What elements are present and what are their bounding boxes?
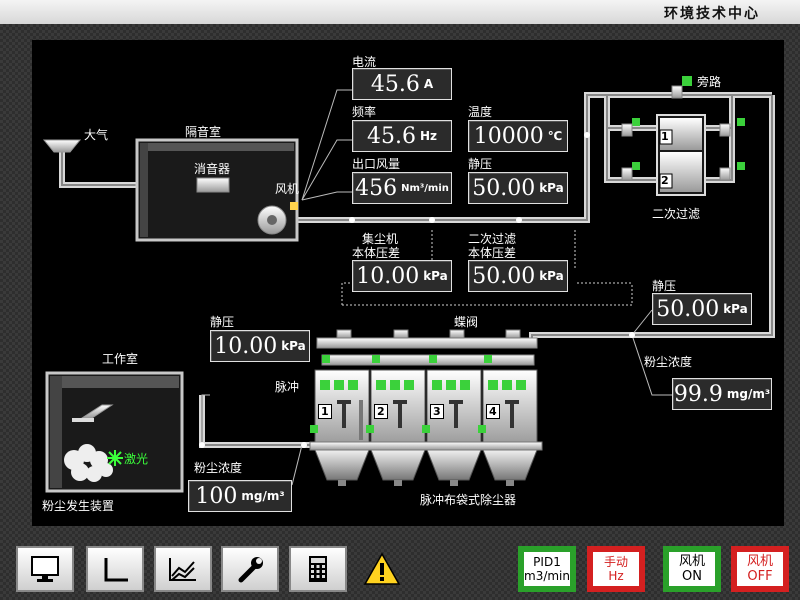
frequency-label: 频率 <box>352 105 377 119</box>
dust-conc-right-readout: 99.9 mg/m³ <box>672 378 772 410</box>
current-readout: 45.6 A <box>352 68 452 100</box>
secondary-dp-value: 50.00 <box>472 263 536 289</box>
chamber-number-1: 1 <box>318 404 332 419</box>
static-pressure-top-readout: 50.00 kPa <box>468 172 568 204</box>
muffler-label: 消音器 <box>194 162 231 176</box>
fan-on-button[interactable]: 风机 ON <box>663 546 721 592</box>
static-pressure-right-value: 50.00 <box>656 296 720 322</box>
frequency-value: 45.6 <box>366 123 416 149</box>
axis-icon <box>104 558 128 582</box>
calculator-icon <box>309 556 327 582</box>
trend-button[interactable] <box>154 546 212 592</box>
dust-conc-right-value: 99.9 <box>673 381 723 407</box>
secondary-dp-readout: 50.00 kPa <box>468 260 568 292</box>
collector-dp-value: 10.00 <box>356 263 420 289</box>
chamber-number-4: 4 <box>486 404 500 419</box>
bag-filter-collector <box>309 329 543 486</box>
dust-conc-left-readout: 100 mg/m³ <box>188 480 292 512</box>
pid-button-line2: m3/min <box>524 569 570 583</box>
fan-on-line1: 风机 <box>678 554 705 569</box>
title-bar: 环境技术中心 <box>0 0 800 24</box>
static-pressure-right-readout: 50.00 kPa <box>652 293 752 325</box>
fan-off-button[interactable]: 风机 OFF <box>731 546 789 592</box>
fan-on-line2: ON <box>682 569 702 584</box>
static-pressure-left-label: 静压 <box>210 315 235 329</box>
current-unit: A <box>423 77 434 91</box>
secondary-dp-label2: 本体压差 <box>468 246 517 260</box>
alarm-warning[interactable] <box>362 550 402 590</box>
dust-conc-right-unit: mg/m³ <box>726 387 771 401</box>
static-pressure-top-unit: kPa <box>539 181 564 195</box>
filter-number-1: 1 <box>661 130 669 143</box>
fan-label: 风机 <box>275 182 300 196</box>
collector-dp-readout: 10.00 kPa <box>352 260 452 292</box>
center-title: 环境技术中心 <box>664 6 760 22</box>
intake-funnel <box>42 139 82 153</box>
soundproof-room <box>135 138 299 242</box>
process-diagram-panel: 1 2 1 2 3 4 大气 隔音室 消音器 风机 旁路 二次过滤 蝶阀 脉冲 … <box>32 40 784 526</box>
pid-mode-button[interactable]: PID1 m3/min <box>518 546 576 592</box>
fan-status-indicator <box>290 202 298 210</box>
outlet-flow-unit: Nm³/min <box>401 182 449 194</box>
trend-chart-icon <box>169 558 196 581</box>
manual-mode-button[interactable]: 手动 Hz <box>587 546 645 592</box>
static-pressure-left-value: 10.00 <box>214 333 278 359</box>
butterfly-valve-label: 蝶阀 <box>454 315 479 329</box>
static-pressure-right-label: 静压 <box>652 279 677 293</box>
settings-button[interactable] <box>221 546 279 592</box>
workroom-label: 工作室 <box>102 352 139 366</box>
manual-button-line1: 手动 <box>603 555 628 569</box>
calculator-button[interactable] <box>289 546 347 592</box>
pid-button-line1: PID1 <box>533 555 561 569</box>
chamber-number-2: 2 <box>374 404 388 419</box>
muffler <box>196 177 230 193</box>
outlet-flow-value: 456 <box>355 175 398 201</box>
collector-inlet-pipe <box>199 395 312 448</box>
monitor-icon <box>31 556 59 582</box>
laser-label: 激光 <box>124 452 149 466</box>
filter-number-2: 2 <box>661 174 669 187</box>
chamber-number-3: 3 <box>430 404 444 419</box>
dust-conc-right-label: 粉尘浓度 <box>644 355 693 369</box>
collector-dp-unit: kPa <box>423 269 448 283</box>
bypass-label: 旁路 <box>697 75 722 89</box>
temperature-value: 10000 <box>473 123 544 149</box>
collector-dp-label2: 本体压差 <box>352 246 401 260</box>
overview-button[interactable] <box>16 546 74 592</box>
static-pressure-top-value: 50.00 <box>472 175 536 201</box>
laser-spark <box>107 450 123 466</box>
secondary-filter-label: 二次过滤 <box>652 207 701 221</box>
atmosphere-label: 大气 <box>84 128 109 142</box>
static-pressure-right-unit: kPa <box>723 302 748 316</box>
secondary-dp-unit: kPa <box>539 269 564 283</box>
frequency-readout: 45.6 Hz <box>352 120 452 152</box>
dust-conc-left-label: 粉尘浓度 <box>194 461 243 475</box>
bag-filter-label: 脉冲布袋式除尘器 <box>420 493 517 507</box>
warning-icon <box>363 552 401 585</box>
static-pressure-left-unit: kPa <box>281 339 306 353</box>
manual-button-line2: Hz <box>608 569 624 583</box>
static-pressure-left-readout: 10.00 kPa <box>210 330 310 362</box>
soundproof-room-label: 隔音室 <box>185 125 222 139</box>
temperature-label: 温度 <box>468 105 493 119</box>
temperature-unit: ℃ <box>547 129 563 143</box>
frequency-unit: Hz <box>419 129 437 143</box>
wrench-icon <box>238 557 263 583</box>
static-pressure-top-label: 静压 <box>468 157 493 171</box>
axis-button[interactable] <box>86 546 144 592</box>
fan-off-line1: 风机 <box>746 554 773 569</box>
pulse-label: 脉冲 <box>275 380 300 394</box>
workroom <box>45 371 184 493</box>
outlet-flow-label: 出口风量 <box>352 157 401 171</box>
dust-conc-left-value: 100 <box>195 483 238 509</box>
dust-conc-left-unit: mg/m³ <box>241 489 285 503</box>
dust-generator-label: 粉尘发生装置 <box>42 499 115 513</box>
fan-off-line2: OFF <box>747 569 773 584</box>
current-value: 45.6 <box>370 71 420 97</box>
temperature-readout: 10000 ℃ <box>468 120 568 152</box>
outlet-flow-readout: 456 Nm³/min <box>352 172 452 204</box>
